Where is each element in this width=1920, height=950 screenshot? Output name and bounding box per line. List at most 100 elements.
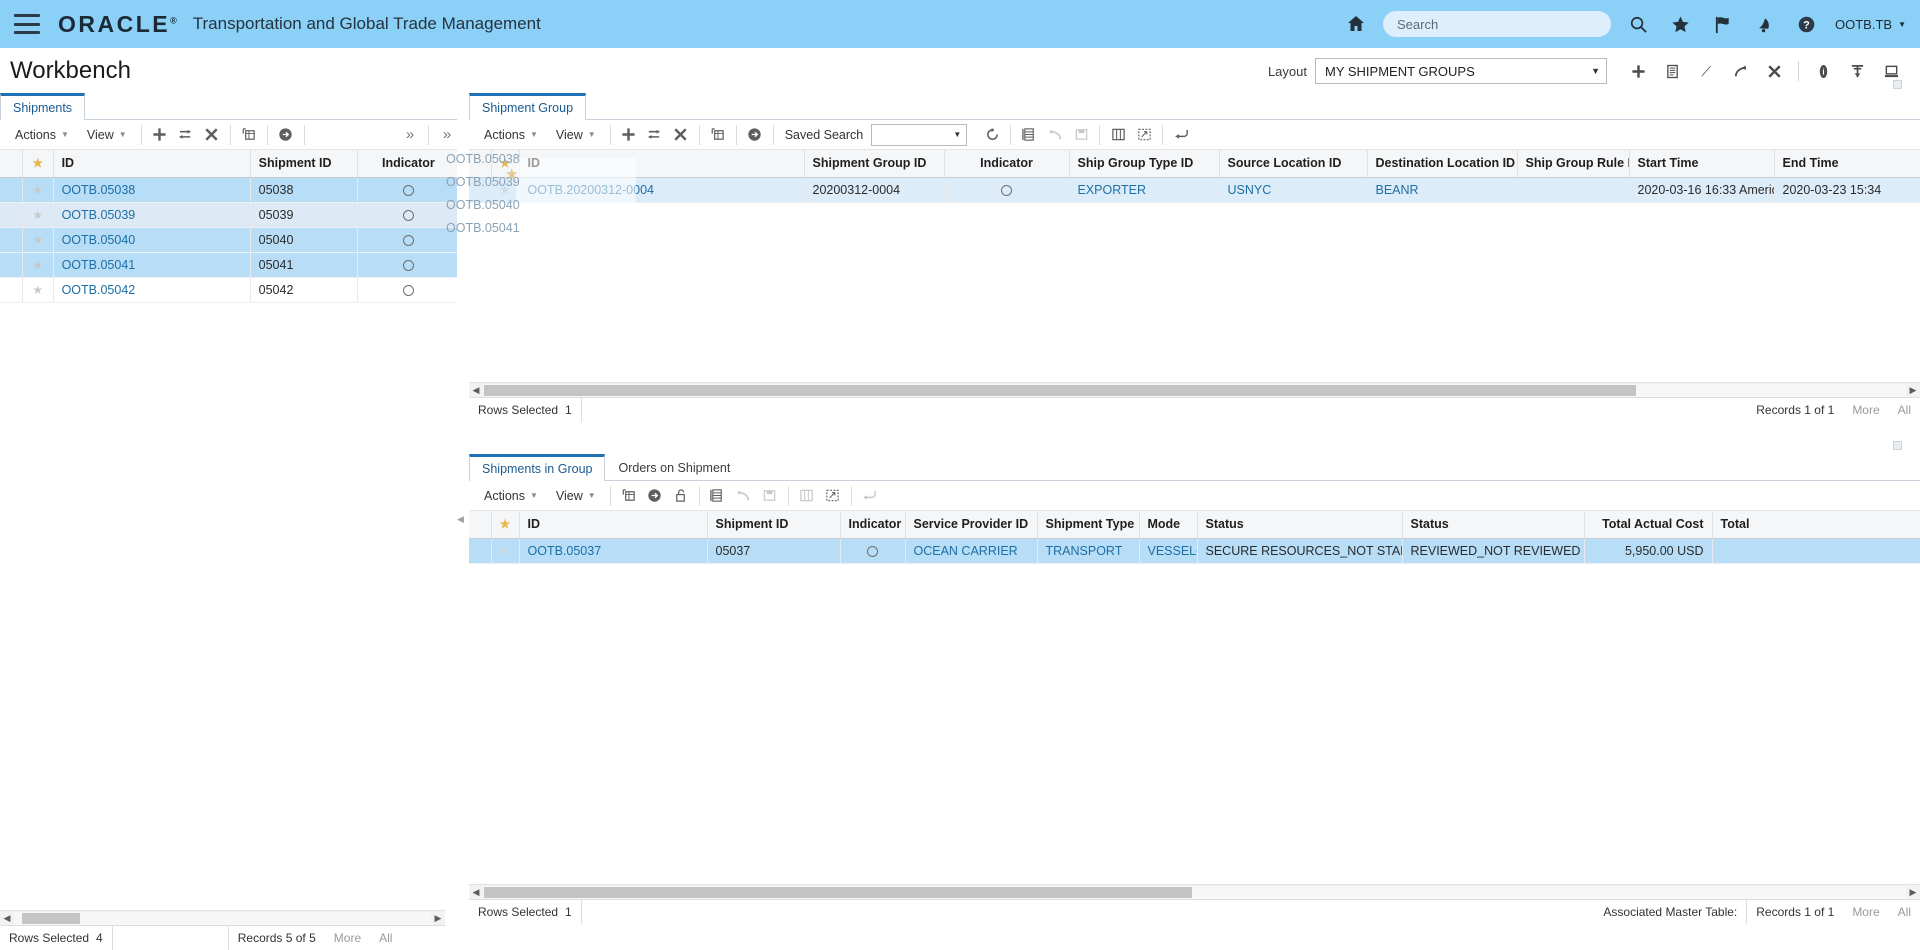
- scroll-thumb[interactable]: [484, 385, 1636, 396]
- col-header-ship-group-type-id[interactable]: Ship Group Type ID: [1069, 150, 1219, 177]
- search-input[interactable]: Search: [1383, 11, 1611, 37]
- col-header-shipment-id[interactable]: Shipment ID: [707, 511, 840, 538]
- search-icon[interactable]: [1617, 0, 1659, 48]
- col-header-shipment-id[interactable]: Shipment ID: [250, 150, 357, 177]
- add-icon[interactable]: [616, 123, 642, 147]
- user-menu[interactable]: OOTB.TB ▼: [1827, 17, 1906, 32]
- row-handle[interactable]: [0, 227, 22, 252]
- transfer-icon[interactable]: [642, 123, 668, 147]
- sort-icon[interactable]: [705, 484, 731, 508]
- expand-icon[interactable]: »: [397, 123, 423, 147]
- cell-destination-location-id[interactable]: BEANR: [1367, 177, 1517, 202]
- col-header-mode[interactable]: Mode: [1139, 511, 1197, 538]
- detail-icon[interactable]: [236, 123, 262, 147]
- col-header-service-provider-id[interactable]: Service Provider ID: [905, 511, 1037, 538]
- col-header-total-actual-cost[interactable]: Total Actual Cost: [1584, 511, 1712, 538]
- scroll-right-icon[interactable]: ▶: [1906, 385, 1920, 396]
- home-icon[interactable]: [1335, 0, 1377, 48]
- cell-id[interactable]: OOTB.05038: [53, 177, 250, 202]
- row-favorite[interactable]: ★: [22, 277, 53, 302]
- unlock-icon[interactable]: [668, 484, 694, 508]
- all-button[interactable]: All: [1889, 398, 1920, 422]
- row-handle[interactable]: [0, 177, 22, 202]
- wrap-icon[interactable]: [1168, 123, 1194, 147]
- delete-icon[interactable]: [1761, 57, 1787, 85]
- cell-id[interactable]: OOTB.05041: [53, 252, 250, 277]
- col-header-status-2[interactable]: Status: [1402, 511, 1584, 538]
- actions-menu[interactable]: Actions ▼: [6, 123, 78, 147]
- view-menu[interactable]: View ▼: [547, 123, 605, 147]
- resize-icon[interactable]: [820, 484, 846, 508]
- table-row[interactable]: ★ OOTB.05041 05041: [0, 252, 460, 277]
- bell-icon[interactable]: [1743, 0, 1785, 48]
- row-handle[interactable]: [469, 177, 491, 202]
- detail-icon[interactable]: [705, 123, 731, 147]
- row-handle[interactable]: [0, 252, 22, 277]
- edit-icon[interactable]: [1693, 57, 1719, 85]
- cell-source-location-id[interactable]: USNYC: [1219, 177, 1367, 202]
- cell-id[interactable]: OOTB.05042: [53, 277, 250, 302]
- go-icon[interactable]: [273, 123, 299, 147]
- copy-icon[interactable]: [1659, 57, 1685, 85]
- hamburger-menu-icon[interactable]: [14, 14, 40, 34]
- add-icon[interactable]: [1625, 57, 1651, 85]
- cell-id[interactable]: OOTB.05039: [53, 202, 250, 227]
- cell-id[interactable]: OOTB.20200312-0004: [519, 177, 804, 202]
- vertical-splitter[interactable]: ◀: [457, 94, 464, 945]
- col-header-id[interactable]: ID: [519, 511, 707, 538]
- scroll-track[interactable]: [483, 384, 1906, 397]
- table-row[interactable]: ★ OOTB.20200312-0004 20200312-0004 EXPOR…: [469, 177, 1920, 202]
- col-header-shipment-type[interactable]: Shipment Type: [1037, 511, 1139, 538]
- all-button[interactable]: All: [1889, 900, 1920, 924]
- cell-mode[interactable]: VESSEL-CO: [1139, 538, 1197, 563]
- cell-id[interactable]: OOTB.05037: [519, 538, 707, 563]
- col-header-id[interactable]: ID: [53, 150, 250, 177]
- col-header-indicator[interactable]: Indicator: [944, 150, 1069, 177]
- cell-id[interactable]: OOTB.05040: [53, 227, 250, 252]
- scroll-track[interactable]: [483, 886, 1906, 899]
- row-handle[interactable]: [0, 277, 22, 302]
- more-button[interactable]: More: [1843, 398, 1888, 422]
- col-header-id[interactable]: ID: [519, 150, 804, 177]
- scroll-left-icon[interactable]: ◀: [469, 887, 483, 898]
- scroll-thumb[interactable]: [22, 913, 80, 924]
- redo-icon[interactable]: [1727, 57, 1753, 85]
- filter-icon[interactable]: [1844, 57, 1870, 85]
- col-header-indicator[interactable]: Indicator: [357, 150, 459, 177]
- scroll-track[interactable]: [14, 912, 431, 925]
- more-button[interactable]: More: [325, 926, 370, 950]
- shipment-group-hscrollbar[interactable]: ◀ ▶: [469, 382, 1920, 397]
- view-menu[interactable]: View ▼: [78, 123, 136, 147]
- tab-shipment-group[interactable]: Shipment Group: [469, 93, 586, 120]
- row-handle[interactable]: [469, 538, 491, 563]
- view-menu[interactable]: View ▼: [547, 484, 605, 508]
- go-icon[interactable]: [742, 123, 768, 147]
- saved-search-select[interactable]: ▼: [871, 124, 967, 146]
- all-button[interactable]: All: [370, 926, 401, 950]
- scroll-left-icon[interactable]: ◀: [469, 385, 483, 396]
- row-favorite[interactable]: ★: [22, 202, 53, 227]
- delete-icon[interactable]: [199, 123, 225, 147]
- row-favorite[interactable]: ★: [491, 177, 519, 202]
- add-icon[interactable]: [147, 123, 173, 147]
- col-header-ship-group-rule-id[interactable]: Ship Group Rule ID: [1517, 150, 1629, 177]
- tab-shipments-in-group[interactable]: Shipments in Group: [469, 454, 605, 481]
- table-row[interactable]: ★ OOTB.05038 05038: [0, 177, 460, 202]
- col-header-indicator[interactable]: Indicator: [840, 511, 905, 538]
- delete-icon[interactable]: [668, 123, 694, 147]
- col-header-source-location-id[interactable]: Source Location ID: [1219, 150, 1367, 177]
- col-header-total[interactable]: Total: [1712, 511, 1920, 538]
- table-row[interactable]: ★ OOTB.05042 05042: [0, 277, 460, 302]
- info-icon[interactable]: i: [1810, 57, 1836, 85]
- star-icon[interactable]: [1659, 0, 1701, 48]
- flag-icon[interactable]: [1701, 0, 1743, 48]
- scroll-right-icon[interactable]: ▶: [431, 913, 445, 924]
- actions-menu[interactable]: Actions ▼: [475, 484, 547, 508]
- tab-orders-on-shipment[interactable]: Orders on Shipment: [605, 454, 743, 480]
- refresh-icon[interactable]: [979, 123, 1005, 147]
- help-icon[interactable]: ?: [1785, 0, 1827, 48]
- scroll-right-icon[interactable]: ▶: [1906, 887, 1920, 898]
- row-favorite[interactable]: ★: [22, 252, 53, 277]
- col-header-status-1[interactable]: Status: [1197, 511, 1402, 538]
- cell-ship-group-type-id[interactable]: EXPORTER: [1069, 177, 1219, 202]
